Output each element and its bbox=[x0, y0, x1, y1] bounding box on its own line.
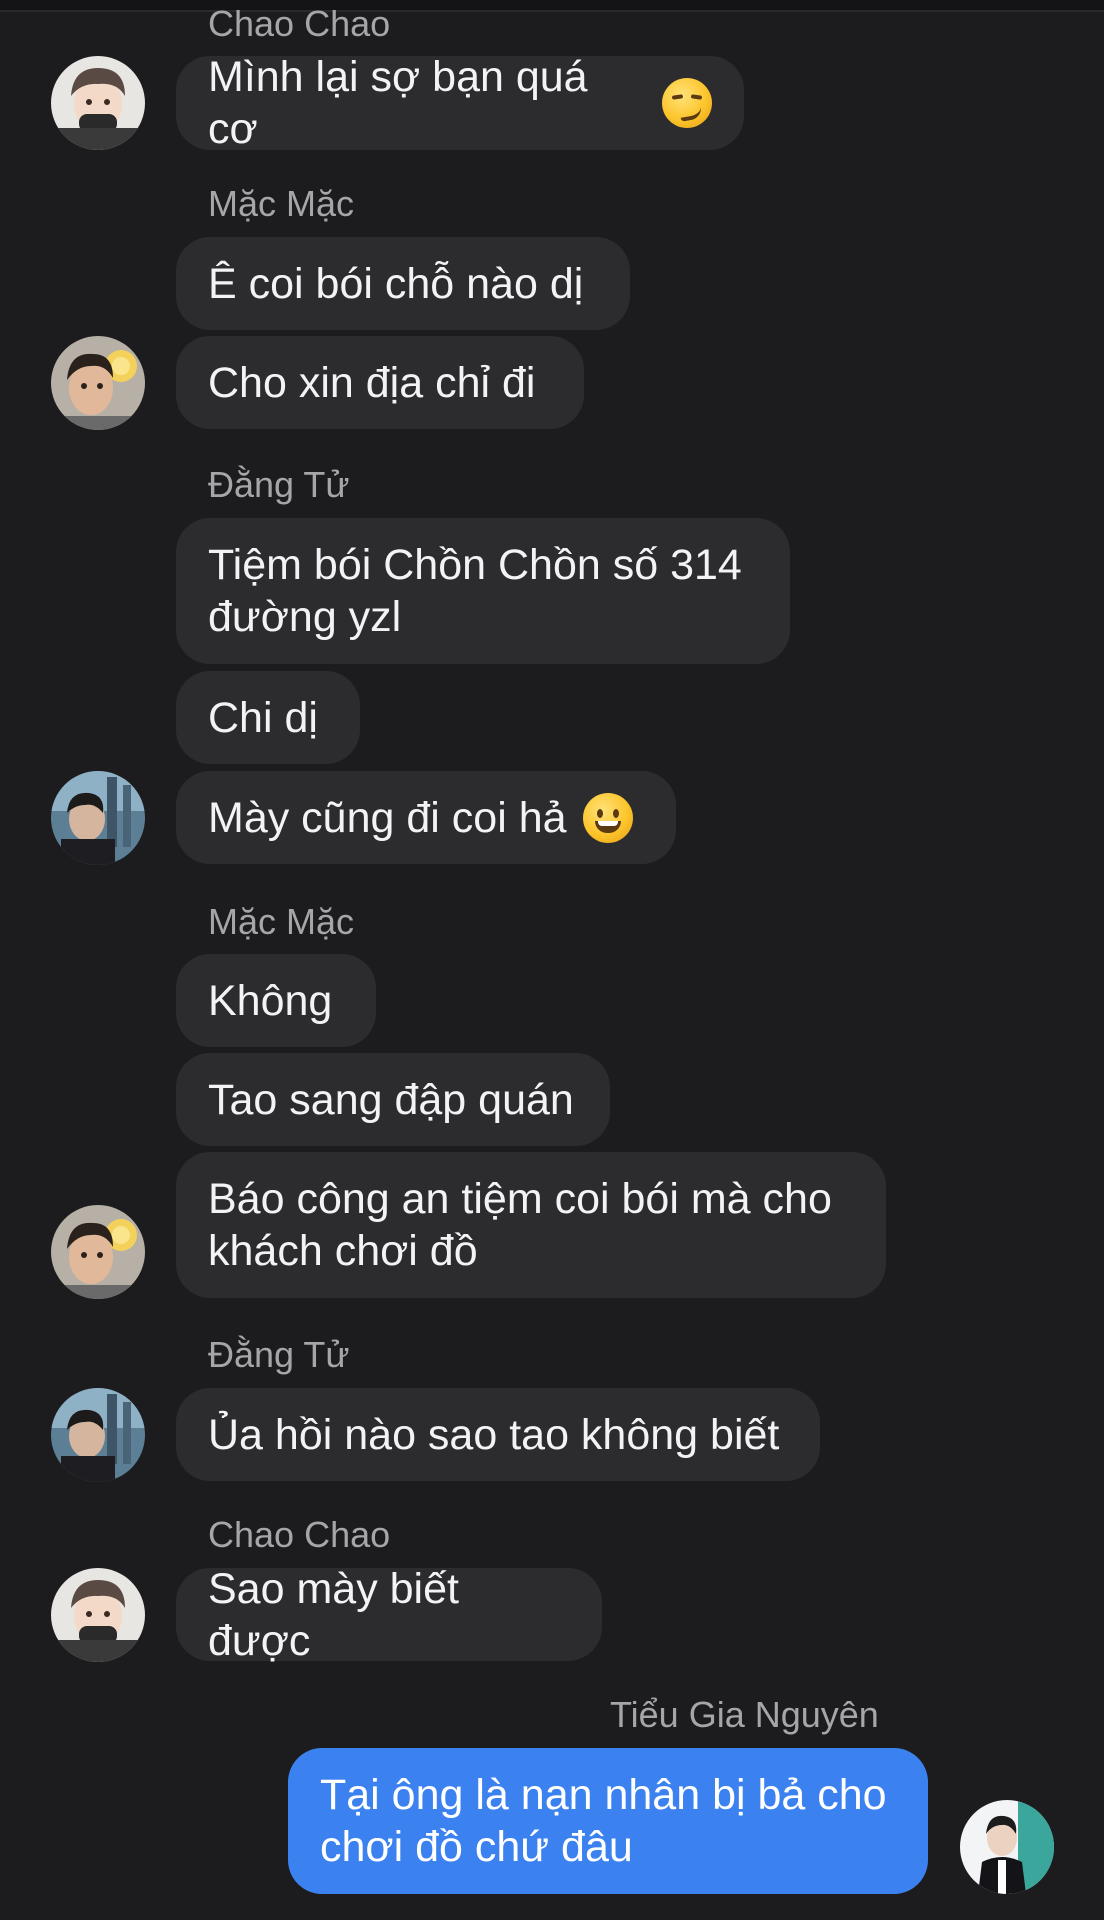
message-text: Không bbox=[208, 976, 333, 1025]
avatar-mac-mac[interactable] bbox=[51, 336, 145, 430]
top-divider bbox=[0, 0, 1104, 12]
message-text: Sao mày biết được bbox=[208, 1564, 459, 1665]
message-bubble-10[interactable]: Ủa hồi nào sao tao không biết bbox=[176, 1388, 820, 1481]
message-text: Mình lại sợ bạn quá cơ bbox=[208, 53, 588, 153]
avatar-dang-tu[interactable] bbox=[51, 1388, 145, 1482]
message-bubble-2[interactable]: Ê coi bói chỗ nào dị bbox=[176, 237, 630, 330]
message-bubble-7[interactable]: Không bbox=[176, 954, 376, 1047]
avatar-mac-mac-image bbox=[51, 1205, 145, 1299]
message-text: Mày cũng đi coi hả bbox=[208, 793, 567, 842]
message-bubble-12-outgoing[interactable]: Tại ông là nạn nhân bị bả cho chơi đồ ch… bbox=[288, 1748, 928, 1894]
chat-thread[interactable]: Chao Chao Mình lại sợ bạn quá cơ Mặc Mặc… bbox=[0, 0, 1104, 1920]
message-text: Tao sang đập quán bbox=[208, 1075, 574, 1124]
avatar-tieu-gia-nguyen[interactable] bbox=[960, 1800, 1054, 1894]
sender-name-mac-mac: Mặc Mặc bbox=[208, 901, 355, 942]
avatar-tieu-gia-nguyen-image bbox=[960, 1800, 1054, 1894]
sender-name-mac-mac: Mặc Mặc bbox=[208, 183, 355, 224]
sender-name-chao-chao: Chao Chao bbox=[208, 1514, 391, 1555]
avatar-dang-tu[interactable] bbox=[51, 771, 145, 865]
avatar-chao-chao[interactable] bbox=[51, 1568, 145, 1662]
avatar-chao-chao[interactable] bbox=[51, 56, 145, 150]
message-text: Báo công an tiệm coi bói mà cho khách ch… bbox=[208, 1175, 832, 1275]
avatar-dang-tu-image bbox=[51, 1388, 145, 1482]
sender-name-dang-tu: Đằng Tử bbox=[208, 464, 350, 505]
message-text: Tiệm bói Chồn Chồn số 314 đường yzl bbox=[208, 541, 742, 641]
avatar-dang-tu-image bbox=[51, 771, 145, 865]
message-bubble-9[interactable]: Báo công an tiệm coi bói mà cho khách ch… bbox=[176, 1152, 886, 1298]
message-text: Ủa hồi nào sao tao không biết bbox=[208, 1410, 780, 1459]
message-bubble-8[interactable]: Tao sang đập quán bbox=[176, 1053, 610, 1146]
message-text: Chi dị bbox=[208, 693, 318, 742]
avatar-mac-mac-image bbox=[51, 336, 145, 430]
message-bubble-5[interactable]: Chi dị bbox=[176, 671, 360, 764]
message-bubble-1[interactable]: Mình lại sợ bạn quá cơ bbox=[176, 53, 744, 153]
sender-name-tieu-gia-nguyen: Tiểu Gia Nguyên bbox=[610, 1694, 879, 1735]
message-text: Ê coi bói chỗ nào dị bbox=[208, 259, 584, 308]
sender-name-chao-chao: Chao Chao bbox=[208, 3, 391, 44]
avatar-chao-chao-image bbox=[51, 1568, 145, 1662]
message-bubble-3[interactable]: Cho xin địa chỉ đi bbox=[176, 336, 584, 429]
message-bubble-4[interactable]: Tiệm bói Chồn Chồn số 314 đường yzl bbox=[176, 518, 790, 664]
grinning-face-emoji bbox=[582, 792, 633, 843]
avatar-mac-mac[interactable] bbox=[51, 1205, 145, 1299]
message-text: Cho xin địa chỉ đi bbox=[208, 358, 536, 407]
message-bubble-11[interactable]: Sao mày biết được bbox=[176, 1565, 602, 1665]
avatar-chao-chao-image bbox=[51, 56, 145, 150]
smirking-face-emoji bbox=[662, 78, 712, 128]
message-bubble-6[interactable]: Mày cũng đi coi hả bbox=[176, 771, 676, 864]
message-text: Tại ông là nạn nhân bị bả cho chơi đồ ch… bbox=[320, 1771, 887, 1871]
sender-name-dang-tu: Đằng Tử bbox=[208, 1334, 350, 1375]
